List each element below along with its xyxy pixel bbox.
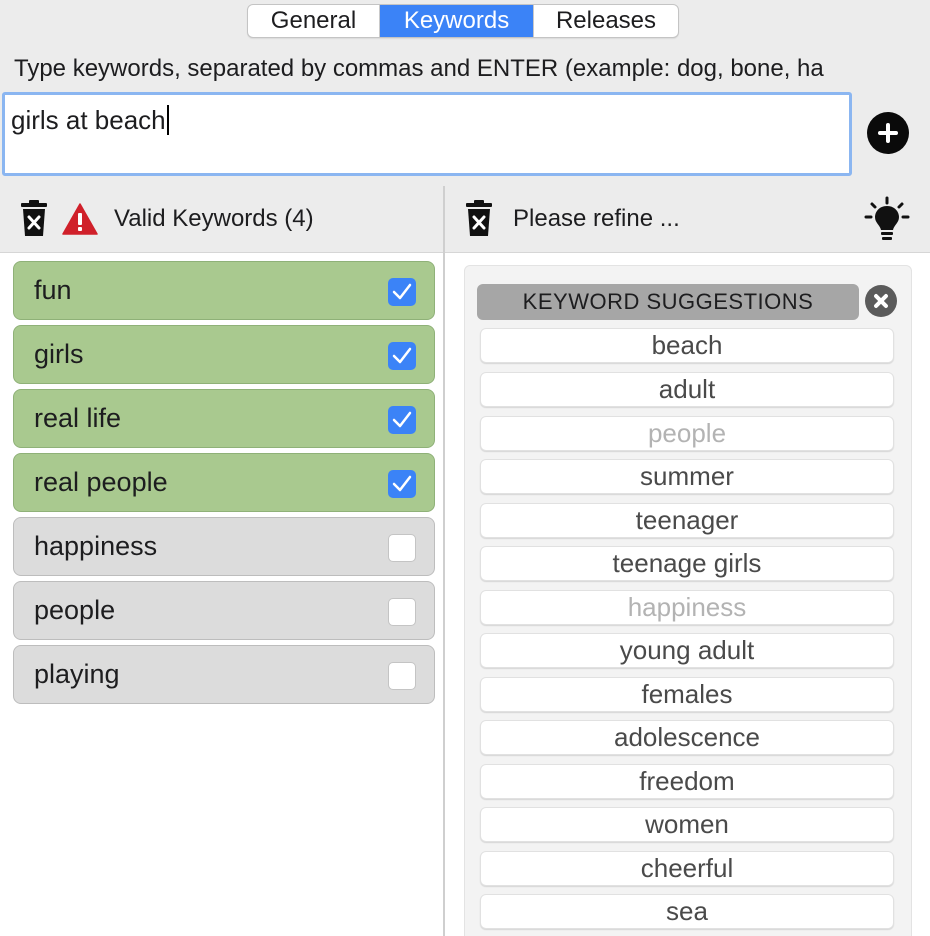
checkmark-icon [392, 411, 412, 428]
keyword-row-girls[interactable]: girls [13, 325, 435, 384]
keyword-row-people[interactable]: people [13, 581, 435, 640]
suggestion-item[interactable]: adult [480, 372, 894, 407]
suggestion-item[interactable]: people [480, 416, 894, 451]
valid-keywords-title: Valid Keywords (4) [114, 205, 314, 232]
valid-keywords-header: Valid Keywords (4) [0, 186, 443, 252]
tab-bar: General Keywords Releases [247, 4, 679, 38]
keyword-checkbox[interactable] [388, 598, 416, 626]
keyword-checkbox[interactable] [388, 406, 416, 434]
suggestions-box: KEYWORD SUGGESTIONS beach adult people s… [464, 265, 912, 936]
trash-icon[interactable] [21, 200, 47, 236]
suggestion-item[interactable]: young adult [480, 633, 894, 668]
suggestion-item[interactable]: summer [480, 459, 894, 494]
valid-keywords-list: fun girls real life real people happines… [0, 252, 443, 936]
keyword-label: fun [34, 275, 72, 305]
tab-releases[interactable]: Releases [534, 5, 678, 37]
keyword-input-value: girls at beach [11, 105, 166, 135]
instructions-text: Type keywords, separated by commas and E… [14, 55, 824, 82]
suggestion-item[interactable]: females [480, 677, 894, 712]
add-keyword-button[interactable] [867, 112, 909, 154]
keyword-label: real life [34, 403, 122, 433]
suggestion-item[interactable]: cheerful [480, 851, 894, 886]
keyword-label: girls [34, 339, 84, 369]
keyword-label: happiness [34, 531, 158, 561]
suggestion-item[interactable]: teenage girls [480, 546, 894, 581]
suggestion-item[interactable]: teenager [480, 503, 894, 538]
keyword-row-real-life[interactable]: real life [13, 389, 435, 448]
keyword-checkbox[interactable] [388, 662, 416, 690]
keyword-label: people [34, 595, 116, 625]
keyword-checkbox[interactable] [388, 278, 416, 306]
warning-icon[interactable] [62, 203, 98, 235]
text-cursor [166, 105, 169, 135]
lightbulb-icon[interactable] [863, 196, 911, 244]
close-suggestions-button[interactable] [865, 285, 897, 317]
suggestion-item[interactable]: women [480, 807, 894, 842]
keyword-checkbox[interactable] [388, 470, 416, 498]
keyword-row-fun[interactable]: fun [13, 261, 435, 320]
keyword-checkbox[interactable] [388, 534, 416, 562]
suggestion-item[interactable]: beach [480, 328, 894, 363]
refine-header: Please refine ... [445, 186, 930, 252]
tab-general[interactable]: General [248, 5, 380, 37]
keyword-checkbox[interactable] [388, 342, 416, 370]
suggestion-item[interactable]: sea [480, 894, 894, 929]
checkmark-icon [392, 347, 412, 364]
keyword-input[interactable]: girls at beach [2, 92, 852, 176]
keyword-row-real-people[interactable]: real people [13, 453, 435, 512]
trash-icon[interactable] [466, 200, 492, 236]
suggestion-item[interactable]: freedom [480, 764, 894, 799]
suggestions-panel: KEYWORD SUGGESTIONS beach adult people s… [445, 252, 930, 936]
keyword-row-happiness[interactable]: happiness [13, 517, 435, 576]
suggestions-title: KEYWORD SUGGESTIONS [477, 284, 859, 320]
keyword-label: playing [34, 659, 120, 689]
checkmark-icon [392, 475, 412, 492]
tab-keywords[interactable]: Keywords [380, 5, 534, 37]
refine-title: Please refine ... [513, 205, 680, 232]
keyword-label: real people [34, 467, 168, 497]
keyword-row-playing[interactable]: playing [13, 645, 435, 704]
suggestion-item[interactable]: adolescence [480, 720, 894, 755]
suggestion-item[interactable]: happiness [480, 590, 894, 625]
checkmark-icon [392, 283, 412, 300]
